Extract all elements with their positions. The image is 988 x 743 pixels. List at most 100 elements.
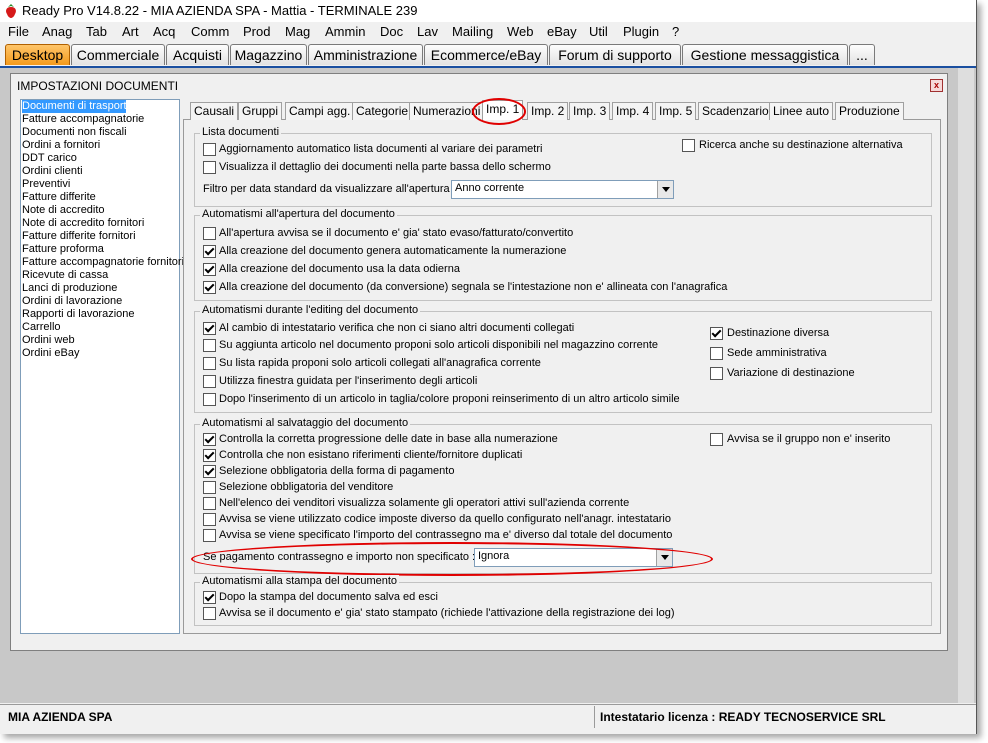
tab-commerciale[interactable]: Commerciale (71, 44, 165, 65)
list-item[interactable]: Fatture accompagnatorie (22, 113, 144, 126)
checkbox[interactable] (203, 393, 216, 406)
window-title: Ready Pro V14.8.22 - MIA AZIENDA SPA - M… (22, 3, 418, 18)
tab-causali[interactable]: Causali (190, 102, 239, 120)
list-item[interactable]: Fatture differite (22, 191, 96, 204)
list-item[interactable]: Documenti non fiscali (22, 126, 127, 139)
chevron-down-icon[interactable] (657, 181, 673, 198)
checkbox-label: Aggiornamento automatico lista documenti… (219, 143, 543, 155)
tab-categorie[interactable]: Categorie (352, 102, 413, 120)
tab-imp-2[interactable]: Imp. 2 (527, 102, 569, 120)
tab-imp-5[interactable]: Imp. 5 (655, 102, 697, 120)
menu-mailing[interactable]: Mailing (452, 24, 493, 39)
checkbox[interactable] (710, 347, 723, 360)
list-item[interactable]: Ordini a fornitori (22, 139, 100, 152)
checkbox[interactable] (203, 433, 216, 446)
menu-art[interactable]: Art (122, 24, 139, 39)
checkbox[interactable] (203, 375, 216, 388)
list-item[interactable]: Ordini eBay (22, 347, 79, 360)
list-item[interactable]: Note di accredito (22, 204, 105, 217)
list-item[interactable]: Ordini web (22, 334, 75, 347)
checkbox[interactable] (203, 497, 216, 510)
tab-more[interactable]: ... (849, 44, 875, 65)
checkbox[interactable] (203, 227, 216, 240)
checkbox[interactable] (203, 591, 216, 604)
checkbox[interactable] (203, 322, 216, 335)
menu-plugin[interactable]: Plugin (623, 24, 659, 39)
status-company: MIA AZIENDA SPA (8, 710, 113, 724)
list-item[interactable]: Fatture proforma (22, 243, 104, 256)
menu-web[interactable]: Web (507, 24, 534, 39)
filter-dropdown[interactable]: Anno corrente (451, 180, 674, 199)
checkbox[interactable] (203, 263, 216, 276)
status-license: Intestatario licenza : READY TECNOSERVIC… (600, 710, 886, 724)
checkbox-label: Nell'elenco dei venditori visualizza sol… (219, 497, 630, 509)
list-item[interactable]: Documenti di trasporto (22, 100, 133, 113)
list-item[interactable]: Rapporti di lavorazione (22, 308, 135, 321)
menu-acq[interactable]: Acq (153, 24, 175, 39)
right-scrollbar[interactable] (958, 68, 974, 703)
filter-value: Anno corrente (455, 182, 525, 194)
tab-amministrazione[interactable]: Amministrazione (308, 44, 423, 65)
menu-tab[interactable]: Tab (86, 24, 107, 39)
menu-lav[interactable]: Lav (417, 24, 438, 39)
checkbox[interactable] (203, 449, 216, 462)
highlight-circle-combo (191, 542, 713, 576)
tab-ecommerce-ebay[interactable]: Ecommerce/eBay (424, 44, 548, 65)
checkbox[interactable] (203, 607, 216, 620)
tab-magazzino[interactable]: Magazzino (230, 44, 307, 65)
menu-help[interactable]: ? (672, 24, 679, 39)
close-icon[interactable]: x (930, 79, 943, 92)
checkbox-label: Alla creazione del documento genera auto… (219, 245, 567, 257)
group-title: Automatismi alla stampa del documento (200, 575, 400, 587)
list-item[interactable]: Lanci di produzione (22, 282, 117, 295)
menu-prod[interactable]: Prod (243, 24, 270, 39)
checkbox[interactable] (710, 367, 723, 380)
menu-util[interactable]: Util (589, 24, 608, 39)
tab-scadenzario[interactable]: Scadenzario (698, 102, 773, 120)
list-item[interactable]: Ordini clienti (22, 165, 83, 178)
tab-desktop[interactable]: Desktop (5, 44, 70, 65)
tab-campi-agg[interactable]: Campi agg. (285, 102, 355, 120)
list-item[interactable]: Carrello (22, 321, 61, 334)
checkbox[interactable] (203, 339, 216, 352)
dialog-title: IMPOSTAZIONI DOCUMENTI (17, 79, 179, 93)
tab-acquisti[interactable]: Acquisti (166, 44, 229, 65)
menu-bar: File Anag Tab Art Acq Comm Prod Mag Ammi… (0, 22, 976, 42)
checkbox-label: Dopo l'inserimento di un articolo in tag… (219, 393, 680, 405)
list-item[interactable]: Fatture accompagnatorie fornitori (22, 256, 184, 269)
checkbox[interactable] (203, 245, 216, 258)
checkbox[interactable] (203, 281, 216, 294)
checkbox[interactable] (710, 433, 723, 446)
list-item[interactable]: DDT carico (22, 152, 77, 165)
tab-forum-supporto[interactable]: Forum di supporto (549, 44, 681, 65)
tab-imp-4[interactable]: Imp. 4 (612, 102, 654, 120)
menu-ammin[interactable]: Ammin (325, 24, 365, 39)
checkbox[interactable] (203, 357, 216, 370)
menu-doc[interactable]: Doc (380, 24, 403, 39)
checkbox[interactable] (203, 143, 216, 156)
checkbox[interactable] (203, 481, 216, 494)
menu-file[interactable]: File (8, 24, 29, 39)
tab-gruppi[interactable]: Gruppi (238, 102, 283, 120)
checkbox-label: Destinazione diversa (727, 327, 830, 339)
tab-linee-auto[interactable]: Linee auto (769, 102, 834, 120)
checkbox[interactable] (682, 139, 695, 152)
list-item[interactable]: Note di accredito fornitori (22, 217, 144, 230)
tab-gestione-messaggistica[interactable]: Gestione messaggistica (682, 44, 848, 65)
list-item[interactable]: Preventivi (22, 178, 70, 191)
tab-imp-3[interactable]: Imp. 3 (569, 102, 611, 120)
tab-produzione[interactable]: Produzione (835, 102, 904, 120)
menu-comm[interactable]: Comm (191, 24, 229, 39)
list-item[interactable]: Fatture differite fornitori (22, 230, 136, 243)
list-item[interactable]: Ricevute di cassa (22, 269, 108, 282)
checkbox[interactable] (710, 327, 723, 340)
checkbox[interactable] (203, 529, 216, 542)
checkbox[interactable] (203, 161, 216, 174)
checkbox-label: Avvisa se il documento e' gia' stato sta… (219, 607, 675, 619)
menu-ebay[interactable]: eBay (547, 24, 577, 39)
checkbox[interactable] (203, 465, 216, 478)
checkbox[interactable] (203, 513, 216, 526)
menu-anag[interactable]: Anag (42, 24, 72, 39)
list-item[interactable]: Ordini di lavorazione (22, 295, 122, 308)
menu-mag[interactable]: Mag (285, 24, 310, 39)
